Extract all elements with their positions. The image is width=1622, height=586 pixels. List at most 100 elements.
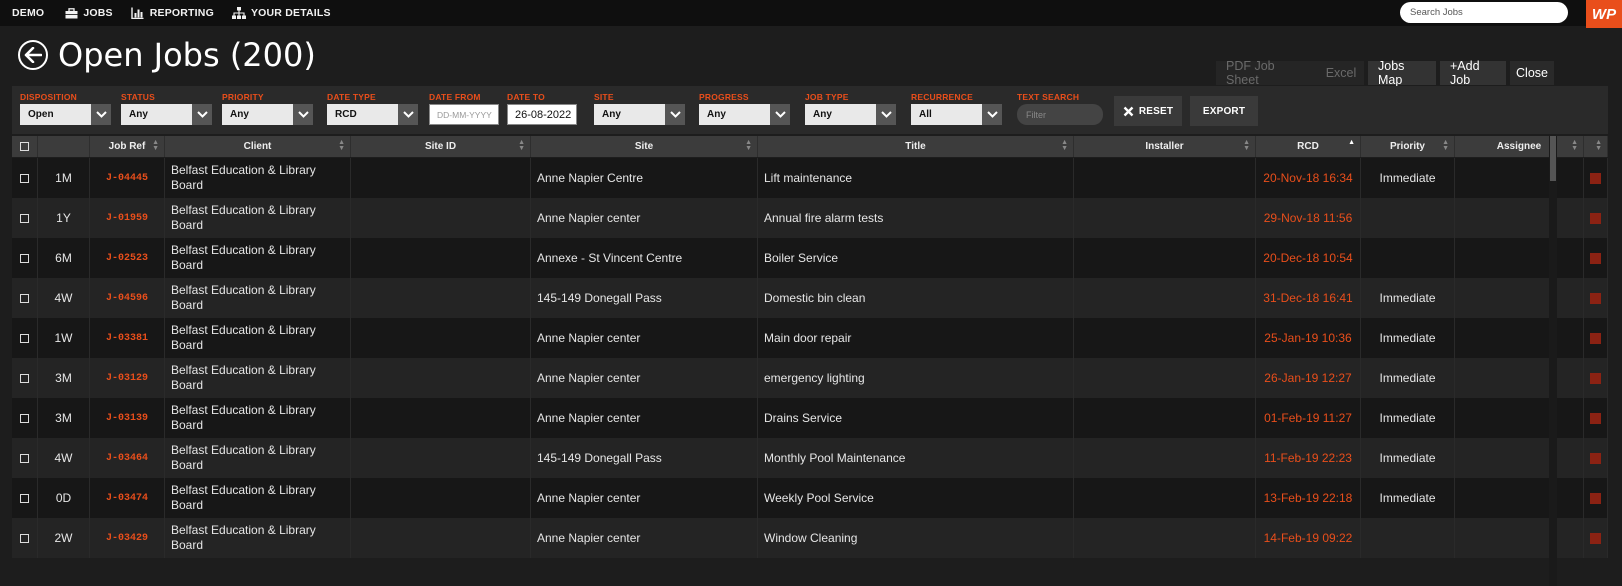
- progress-select[interactable]: Any: [699, 104, 790, 125]
- assignee-cell: [1455, 318, 1584, 358]
- text-search-input[interactable]: Filter: [1017, 104, 1103, 125]
- row-checkbox[interactable]: [20, 173, 29, 183]
- nav-your-details[interactable]: YOUR DETAILS: [231, 7, 331, 19]
- rcd-cell: 20-Nov-18 16:34: [1256, 158, 1361, 198]
- age-cell: 2W: [38, 518, 90, 558]
- installer-cell: [1074, 278, 1256, 318]
- nav-jobs-label: JOBS: [83, 7, 113, 19]
- table-row[interactable]: 3M J-03139 Belfast Education & Library Boar…: [12, 398, 1608, 438]
- table-row[interactable]: 1W J-03381 Belfast Education & Library Boar…: [12, 318, 1608, 358]
- assignee-cell: [1455, 358, 1584, 398]
- sort-icon: ▲ ▼: [1595, 139, 1602, 152]
- select-all-checkbox[interactable]: [20, 142, 29, 151]
- site-id-cell: [351, 438, 531, 478]
- ref-value[interactable]: J-03381: [106, 333, 148, 344]
- ref-value[interactable]: J-03429: [106, 533, 148, 544]
- reset-button[interactable]: RESET: [1114, 96, 1182, 126]
- installer-header[interactable]: Installer ▲ ▼: [1074, 136, 1256, 157]
- pdf-job-sheet-button[interactable]: PDF Job Sheet: [1216, 59, 1318, 87]
- scrollbar-thumb[interactable]: [1550, 136, 1556, 181]
- ref-value[interactable]: J-01959: [106, 213, 148, 224]
- table-row[interactable]: 0D J-03474 Belfast Education & Library Boar…: [12, 478, 1608, 518]
- status-label: STATUS: [121, 92, 155, 102]
- ref-value[interactable]: J-03464: [106, 453, 148, 464]
- priority-value: Immediate: [1379, 371, 1436, 385]
- table-row[interactable]: 1Y J-01959 Belfast Education & Library Boar…: [12, 198, 1608, 238]
- search-jobs-input[interactable]: [1400, 2, 1568, 23]
- ref-value[interactable]: J-03129: [106, 373, 148, 384]
- job-type-select[interactable]: Any: [805, 104, 896, 125]
- title-header[interactable]: Title ▲ ▼: [758, 136, 1074, 157]
- ref-cell: J-03381: [90, 318, 165, 358]
- ref-value[interactable]: J-04445: [106, 173, 148, 184]
- ref-value[interactable]: J-03474: [106, 493, 148, 504]
- title-header-label: Title: [905, 141, 926, 152]
- row-checkbox[interactable]: [20, 413, 29, 423]
- site-header[interactable]: Site ▲ ▼: [531, 136, 758, 157]
- row-checkbox[interactable]: [20, 453, 29, 463]
- nav-demo[interactable]: DEMO: [12, 7, 44, 19]
- ref-value[interactable]: J-03139: [106, 413, 148, 424]
- row-checkbox[interactable]: [20, 333, 29, 343]
- table-row[interactable]: 6M J-02523 Belfast Education & Library Boar…: [12, 238, 1608, 278]
- row-checkbox[interactable]: [20, 533, 29, 543]
- export-button[interactable]: EXPORT: [1190, 96, 1258, 126]
- close-button[interactable]: Close: [1510, 61, 1554, 85]
- date-from-input[interactable]: DD-MM-YYYY: [429, 104, 499, 125]
- table-row[interactable]: 4W J-04596 Belfast Education & Library Boar…: [12, 278, 1608, 318]
- vertical-scrollbar[interactable]: [1549, 136, 1557, 586]
- priority-cell: Immediate: [1361, 358, 1455, 398]
- row-checkbox[interactable]: [20, 253, 29, 263]
- priority-header[interactable]: Priority ▲ ▼: [1361, 136, 1455, 157]
- rcd-cell: 11-Feb-19 22:23: [1256, 438, 1361, 478]
- site-value: 145-149 Donegall Pass: [537, 451, 662, 465]
- site-value: Annexe - St Vincent Centre: [537, 251, 683, 265]
- client-name-line2: Board: [171, 458, 204, 472]
- chevron-down-icon: [293, 104, 313, 125]
- row-checkbox[interactable]: [20, 293, 29, 303]
- row-checkbox[interactable]: [20, 213, 29, 223]
- site-id-header[interactable]: Site ID ▲ ▼: [351, 136, 531, 157]
- age-value: 4W: [54, 451, 73, 465]
- ref-cell: J-03464: [90, 438, 165, 478]
- title-cell: Window Cleaning: [758, 518, 1074, 558]
- table-row[interactable]: 2W J-03429 Belfast Education & Library Boar…: [12, 518, 1608, 558]
- table-row[interactable]: 1M J-04445 Belfast Education & Library Boar…: [12, 158, 1608, 198]
- installer-header-label: Installer: [1145, 141, 1184, 152]
- client-name-line2: Board: [171, 418, 204, 432]
- client-header[interactable]: Client ▲ ▼: [165, 136, 351, 157]
- row-checkbox[interactable]: [20, 373, 29, 383]
- nav-jobs[interactable]: JOBS: [64, 7, 113, 19]
- back-button[interactable]: [18, 40, 48, 70]
- rcd-value: 01-Feb-19 11:27: [1264, 411, 1352, 425]
- date-type-select[interactable]: RCD: [327, 104, 418, 125]
- nav-reporting[interactable]: REPORTING: [131, 7, 214, 19]
- age-cell: 0D: [38, 478, 90, 518]
- job-ref-header[interactable]: Job Ref ▲ ▼: [90, 136, 165, 157]
- flag-cell: [1584, 278, 1608, 318]
- priority-cell: Immediate: [1361, 438, 1455, 478]
- logo[interactable]: WP: [1586, 0, 1622, 28]
- client-name-line1: Belfast Education & Library: [171, 283, 316, 297]
- site-id-cell: [351, 278, 531, 318]
- ref-value[interactable]: J-04596: [106, 293, 148, 304]
- assignee-header[interactable]: Assignee ▲ ▼: [1455, 136, 1584, 157]
- jobs-map-button[interactable]: Jobs Map: [1368, 59, 1436, 87]
- date-to-input[interactable]: 26-08-2022: [507, 104, 577, 125]
- recurrence-select[interactable]: All: [911, 104, 1002, 125]
- priority-select[interactable]: Any: [222, 104, 313, 125]
- site-cell: Anne Napier Centre: [531, 158, 758, 198]
- ref-value[interactable]: J-02523: [106, 253, 148, 264]
- rcd-header[interactable]: RCD ▲: [1256, 136, 1361, 157]
- table-row[interactable]: 3M J-03129 Belfast Education & Library Boar…: [12, 358, 1608, 398]
- row-checkbox[interactable]: [20, 493, 29, 503]
- status-select[interactable]: Any: [121, 104, 212, 125]
- disposition-select[interactable]: Open: [20, 104, 111, 125]
- flag-header[interactable]: ▲ ▼: [1584, 136, 1608, 157]
- site-select[interactable]: Any: [594, 104, 685, 125]
- installer-cell: [1074, 478, 1256, 518]
- add-job-button[interactable]: +Add Job: [1440, 59, 1506, 87]
- table-row[interactable]: 4W J-03464 Belfast Education & Library Boar…: [12, 438, 1608, 478]
- filter-bar: DISPOSITION Open STATUS Any PRIORITY Any…: [12, 86, 1608, 134]
- excel-button[interactable]: Excel: [1318, 61, 1364, 85]
